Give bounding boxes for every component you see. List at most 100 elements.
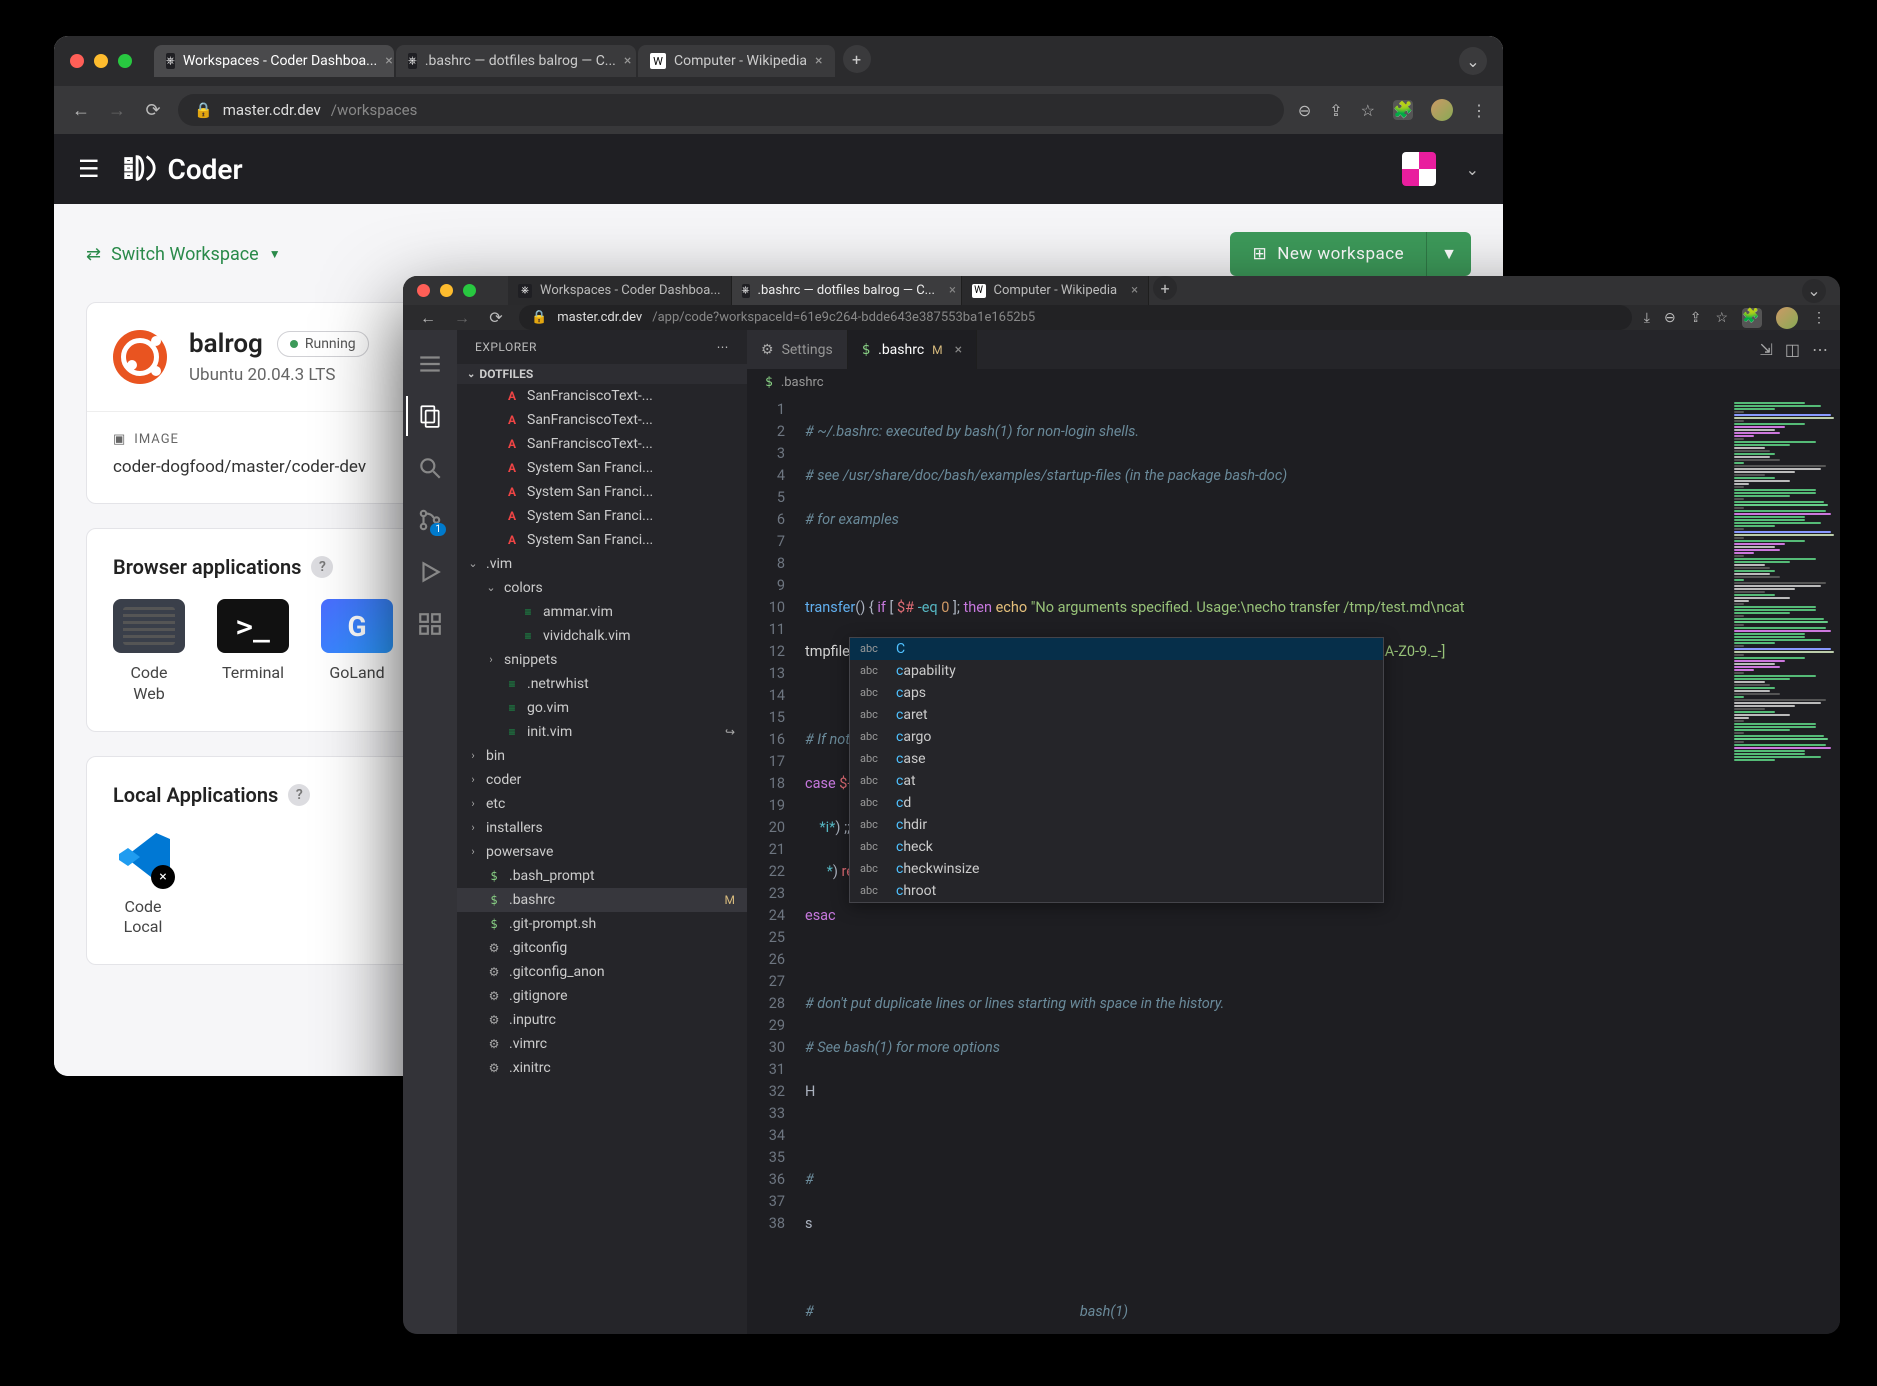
maximize-window-icon[interactable] — [463, 284, 476, 297]
share-icon[interactable]: ⇪ — [1690, 310, 1702, 326]
close-window-icon[interactable] — [70, 54, 84, 68]
address-bar[interactable]: 🔒 master.cdr.dev/workspaces — [178, 94, 1284, 126]
tree-file[interactable]: $.bashrcM — [457, 888, 747, 912]
reload-icon[interactable]: ⟳ — [142, 100, 164, 121]
tree-file[interactable]: ≡.netrwhist — [457, 672, 747, 696]
tree-folder[interactable]: ›powersave — [457, 840, 747, 864]
tree-file[interactable]: ASanFranciscoText-... — [457, 384, 747, 408]
app-menu-icon[interactable] — [406, 340, 454, 388]
tree-file[interactable]: $.bash_prompt — [457, 864, 747, 888]
new-workspace-dropdown[interactable]: ▼ — [1426, 232, 1471, 276]
minimize-window-icon[interactable] — [440, 284, 453, 297]
expand-tabs-icon[interactable]: ⌄ — [1802, 279, 1826, 303]
tree-folder[interactable]: ›etc — [457, 792, 747, 816]
tab-bashrc[interactable]: ⎈ .bashrc — dotfiles balrog — C... × — [732, 276, 962, 305]
app-code-local[interactable]: × Code Local — [113, 827, 173, 939]
address-bar[interactable]: 🔒 master.cdr.dev/app/code?workspaceId=61… — [519, 305, 1632, 330]
new-tab-button[interactable]: + — [1153, 276, 1177, 300]
autocomplete-item[interactable]: abcC — [850, 638, 1383, 660]
tree-folder[interactable]: ›bin — [457, 744, 747, 768]
bookmark-icon[interactable]: ☆ — [1361, 101, 1375, 120]
explorer-icon[interactable] — [406, 392, 454, 440]
tree-file[interactable]: ASystem San Franci... — [457, 528, 747, 552]
close-tab-icon[interactable]: × — [624, 53, 631, 69]
run-debug-icon[interactable] — [406, 548, 454, 596]
app-code-web[interactable]: Code Web — [113, 599, 185, 705]
autocomplete-item[interactable]: abccaret — [850, 704, 1383, 726]
autocomplete-item[interactable]: abccd — [850, 792, 1383, 814]
profile-avatar-icon[interactable] — [1431, 99, 1453, 121]
autocomplete-item[interactable]: abcchroot — [850, 880, 1383, 902]
install-app-icon[interactable]: ⤓ — [1644, 310, 1650, 326]
autocomplete-item[interactable]: abccaps — [850, 682, 1383, 704]
autocomplete-popup[interactable]: abcCabccapabilityabccapsabccaretabccargo… — [849, 637, 1384, 903]
close-tab-icon[interactable]: × — [949, 283, 956, 298]
maximize-window-icon[interactable] — [118, 54, 132, 68]
tree-file[interactable]: ASystem San Franci... — [457, 456, 747, 480]
compare-changes-icon[interactable]: ⇲ — [1759, 340, 1772, 359]
tree-file[interactable]: ⚙.xinitrc — [457, 1056, 747, 1080]
kebab-menu-icon[interactable]: ⋮ — [1812, 310, 1826, 326]
tree-file[interactable]: ⚙.gitconfig — [457, 936, 747, 960]
tab-coder-workspaces[interactable]: ⎈ Workspaces - Coder Dashboa... × — [154, 45, 394, 77]
tree-file[interactable]: ⚙.vimrc — [457, 1032, 747, 1056]
tree-folder[interactable]: ›installers — [457, 816, 747, 840]
back-icon[interactable]: ← — [70, 100, 92, 121]
tree-folder[interactable]: ⌄.vim — [457, 552, 747, 576]
tree-file[interactable]: $.git-prompt.sh — [457, 912, 747, 936]
tree-folder[interactable]: ›snippets — [457, 648, 747, 672]
help-icon[interactable]: ? — [288, 784, 310, 806]
help-icon[interactable]: ? — [311, 556, 333, 578]
autocomplete-item[interactable]: abccheckwinsize — [850, 858, 1383, 880]
share-icon[interactable]: ⇪ — [1329, 101, 1342, 120]
tree-file[interactable]: ≡go.vim — [457, 696, 747, 720]
code-body[interactable]: # ~/.bashrc: executed by bash(1) for non… — [799, 395, 1730, 1334]
app-goland[interactable]: G GoLand — [321, 599, 393, 705]
minimize-window-icon[interactable] — [94, 54, 108, 68]
tree-file[interactable]: ⚙.gitignore — [457, 984, 747, 1008]
tree-file[interactable]: ⚙.gitconfig_anon — [457, 960, 747, 984]
close-tab-icon[interactable]: × — [1131, 283, 1138, 298]
user-menu-caret-icon[interactable]: ⌄ — [1466, 160, 1479, 179]
tree-file[interactable]: ≡vividchalk.vim — [457, 624, 747, 648]
editor-tab-bashrc[interactable]: $ .bashrc M × — [848, 330, 977, 369]
menu-icon[interactable]: ☰ — [78, 155, 100, 183]
tab-bashrc[interactable]: ⎈ .bashrc — dotfiles balrog — C... × — [396, 45, 636, 77]
more-actions-icon[interactable]: ⋯ — [717, 340, 730, 354]
tab-coder-workspaces[interactable]: ⎈ Workspaces - Coder Dashboa... — [508, 276, 732, 305]
breadcrumb[interactable]: $ .bashrc — [747, 369, 1840, 395]
tree-folder[interactable]: ›coder — [457, 768, 747, 792]
autocomplete-item[interactable]: abccargo — [850, 726, 1383, 748]
kebab-menu-icon[interactable]: ⋮ — [1471, 101, 1487, 120]
search-icon[interactable]: ⊖ — [1298, 101, 1311, 120]
tab-wikipedia[interactable]: W Computer - Wikipedia × — [638, 45, 835, 77]
search-icon[interactable] — [406, 444, 454, 492]
source-control-icon[interactable]: 1 — [406, 496, 454, 544]
coder-logo[interactable]: Coder — [120, 153, 243, 186]
extensions-icon[interactable]: 🧩 — [1393, 100, 1413, 120]
extensions-icon[interactable] — [406, 600, 454, 648]
tree-file[interactable]: ASanFranciscoText-... — [457, 432, 747, 456]
profile-avatar-icon[interactable] — [1776, 307, 1798, 329]
extensions-icon[interactable]: 🧩 — [1742, 308, 1762, 328]
new-tab-button[interactable]: + — [843, 45, 871, 73]
close-tab-icon[interactable]: × — [955, 342, 962, 358]
autocomplete-item[interactable]: abccase — [850, 748, 1383, 770]
tree-file[interactable]: ASystem San Franci... — [457, 480, 747, 504]
editor-tab-settings[interactable]: ⚙ Settings — [747, 330, 848, 369]
autocomplete-item[interactable]: abcchdir — [850, 814, 1383, 836]
autocomplete-item[interactable]: abccheck — [850, 836, 1383, 858]
minimap[interactable] — [1730, 395, 1840, 1334]
tree-file[interactable]: ⚙.inputrc — [457, 1008, 747, 1032]
split-editor-icon[interactable]: ◫ — [1785, 340, 1800, 359]
back-icon[interactable]: ← — [417, 308, 439, 328]
expand-tabs-icon[interactable]: ⌄ — [1459, 47, 1487, 75]
close-tab-icon[interactable]: × — [815, 53, 822, 69]
tree-file[interactable]: ASanFranciscoText-... — [457, 408, 747, 432]
tree-file[interactable]: ≡ammar.vim — [457, 600, 747, 624]
search-icon[interactable]: ⊖ — [1664, 310, 1676, 326]
section-dotfiles[interactable]: ⌄ DOTFILES — [457, 364, 747, 384]
user-avatar[interactable] — [1402, 152, 1436, 186]
tree-file[interactable]: ≡init.vim↪ — [457, 720, 747, 744]
switch-workspace-button[interactable]: ⇄ Switch Workspace ▼ — [86, 244, 281, 265]
